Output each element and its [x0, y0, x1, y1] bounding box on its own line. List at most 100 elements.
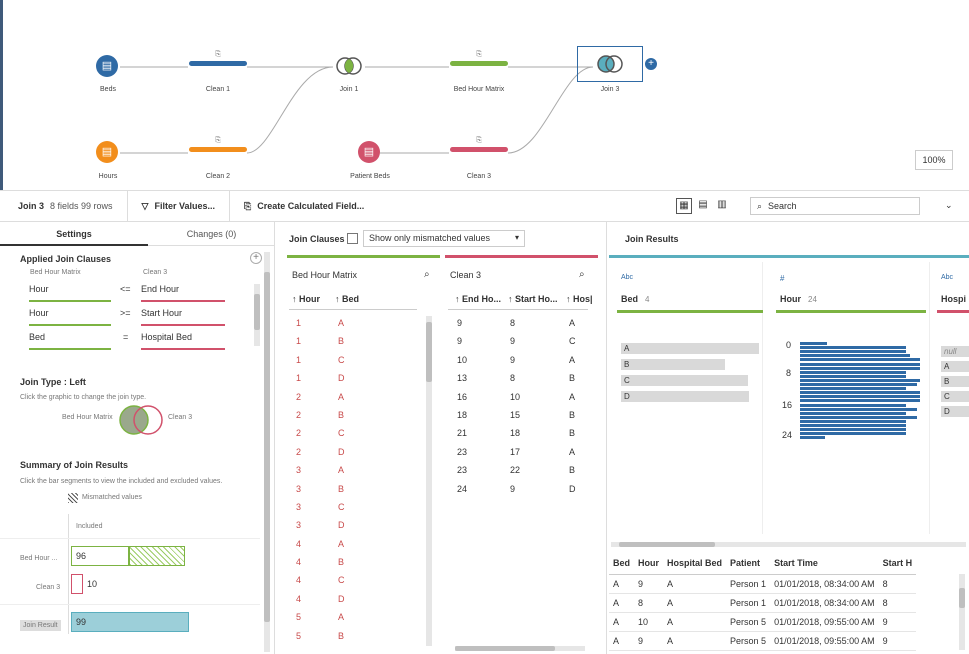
search-box[interactable]: ⌕ Search: [750, 197, 920, 215]
left-value-row[interactable]: 3B: [296, 484, 416, 502]
node-beds[interactable]: ▤: [96, 55, 118, 77]
right-value-row[interactable]: 9 9 C: [457, 336, 587, 354]
node-clean2[interactable]: ⎘: [188, 137, 248, 152]
node-clean1[interactable]: ⎘: [188, 51, 248, 66]
histogram-bar[interactable]: [800, 358, 920, 362]
right-value-row[interactable]: 9 8 A: [457, 318, 587, 336]
col-header[interactable]: ↑ Hour: [292, 294, 320, 304]
left-value-row[interactable]: 4C: [296, 575, 416, 593]
left-value-row[interactable]: 1A: [296, 318, 416, 336]
profile-card-hospital-bed[interactable]: Abc Hospi null A B C D: [937, 262, 969, 534]
column-header[interactable]: Bed: [609, 552, 635, 575]
right-value-row[interactable]: 21 18 B: [457, 428, 587, 446]
column-header[interactable]: Hospital Bed: [663, 552, 727, 575]
list-view-icon[interactable]: ▤: [695, 198, 711, 214]
right-h-scrollbar[interactable]: [455, 646, 585, 651]
create-calc-field-button[interactable]: ⎘ Create Calculated Field...: [230, 191, 378, 221]
node-patient-beds[interactable]: ▤: [358, 141, 380, 163]
hour-histogram[interactable]: [800, 342, 930, 442]
cards-h-scrollbar[interactable]: [611, 542, 966, 547]
clause-right-field[interactable]: Hospital Bed: [141, 332, 225, 350]
left-value-row[interactable]: 2B: [296, 410, 416, 428]
node-hours[interactable]: ▤: [96, 141, 118, 163]
histogram-bar[interactable]: [800, 411, 906, 415]
clause-left-field[interactable]: Hour: [29, 284, 111, 302]
zoom-level[interactable]: 100%: [915, 150, 953, 170]
bed-value-bar[interactable]: D: [621, 391, 749, 402]
node-bed-hour-matrix[interactable]: ⎘: [449, 51, 509, 66]
histogram-bar[interactable]: [800, 403, 906, 407]
histogram-bar[interactable]: [800, 366, 920, 370]
summary-row3-bar[interactable]: 99: [71, 612, 189, 632]
hosp-value-bar[interactable]: A: [941, 361, 969, 372]
settings-scrollbar[interactable]: [264, 252, 270, 652]
left-value-row[interactable]: 5A: [296, 612, 416, 630]
column-header[interactable]: Patient: [726, 552, 771, 575]
tab-settings[interactable]: Settings: [0, 222, 148, 246]
search-icon[interactable]: ⌕: [424, 269, 430, 280]
left-value-row[interactable]: 4A: [296, 539, 416, 557]
mismatched-checkbox[interactable]: [347, 233, 358, 244]
clause-operator[interactable]: >=: [120, 308, 131, 318]
bed-value-bar[interactable]: A: [621, 343, 759, 354]
mismatched-dropdown[interactable]: Show only mismatched values ▾: [363, 230, 525, 247]
column-header[interactable]: Start H: [878, 552, 917, 575]
search-input[interactable]: Search: [768, 201, 797, 211]
join-type-venn-icon[interactable]: [118, 404, 166, 436]
histogram-bar[interactable]: [800, 354, 911, 358]
col-header[interactable]: ↑ Start Ho...: [508, 294, 558, 304]
left-value-row[interactable]: 4B: [296, 557, 416, 575]
left-value-row[interactable]: 2D: [296, 447, 416, 465]
grid-scrollbar[interactable]: [959, 574, 965, 650]
table-row[interactable]: A 10 A Person 5 01/01/2018, 09:55:00 AM 9: [609, 612, 917, 632]
left-value-row[interactable]: 4D: [296, 594, 416, 612]
tab-changes[interactable]: Changes (0): [148, 222, 274, 246]
left-value-row[interactable]: 1B: [296, 336, 416, 354]
filter-values-button[interactable]: ▽ Filter Values...: [128, 191, 230, 221]
left-value-row[interactable]: 2C: [296, 428, 416, 446]
left-value-row[interactable]: 3D: [296, 520, 416, 538]
clause-right-field[interactable]: End Hour: [141, 284, 225, 302]
left-value-row[interactable]: 1C: [296, 355, 416, 373]
histogram-bar[interactable]: [800, 350, 906, 354]
histogram-bar[interactable]: [800, 374, 906, 378]
flow-canvas[interactable]: ▤ Beds ⎘ Clean 1 Join 1 ⎘ Bed Hour Matri…: [0, 0, 969, 190]
histogram-bar[interactable]: [800, 436, 825, 440]
histogram-bar[interactable]: [800, 395, 920, 399]
data-grid-icon[interactable]: ▥: [714, 198, 730, 214]
search-icon[interactable]: ⌕: [579, 269, 585, 280]
histogram-bar[interactable]: [800, 391, 920, 395]
histogram-bar[interactable]: [800, 407, 918, 411]
histogram-bar[interactable]: [800, 342, 827, 345]
summary-row1-excluded-bar[interactable]: [129, 546, 185, 566]
right-value-row[interactable]: 23 17 A: [457, 447, 587, 465]
left-value-row[interactable]: 3C: [296, 502, 416, 520]
summary-row1-included-bar[interactable]: 96: [71, 546, 129, 566]
hosp-value-bar[interactable]: C: [941, 391, 969, 402]
clause-left-field[interactable]: Hour: [29, 308, 111, 326]
right-value-row[interactable]: 10 9 A: [457, 355, 587, 373]
right-value-row[interactable]: 13 8 B: [457, 373, 587, 391]
add-step-icon[interactable]: +: [645, 58, 657, 70]
right-value-row[interactable]: 18 15 B: [457, 410, 587, 428]
histogram-bar[interactable]: [800, 424, 906, 427]
clause-operator[interactable]: =: [123, 332, 128, 342]
right-value-row[interactable]: 23 22 B: [457, 465, 587, 483]
col-header[interactable]: ↑ End Ho...: [455, 294, 501, 304]
histogram-bar[interactable]: [800, 370, 906, 374]
col-header[interactable]: ↑ Hos|: [566, 294, 593, 304]
hosp-value-bar[interactable]: D: [941, 406, 969, 417]
hosp-value-bar[interactable]: null: [941, 346, 969, 357]
hosp-value-bar[interactable]: B: [941, 376, 969, 387]
histogram-bar[interactable]: [800, 415, 918, 419]
summary-row2-included-bar[interactable]: [71, 574, 83, 594]
col-header[interactable]: ↑ Bed: [335, 294, 359, 304]
profile-view-icon[interactable]: ▦: [676, 198, 692, 214]
histogram-bar[interactable]: [800, 378, 920, 382]
left-value-row[interactable]: 2A: [296, 392, 416, 410]
clause-operator[interactable]: <=: [120, 284, 131, 294]
histogram-bar[interactable]: [800, 362, 920, 366]
right-value-row[interactable]: 16 10 A: [457, 392, 587, 410]
table-row[interactable]: A 9 A Person 1 01/01/2018, 08:34:00 AM 8: [609, 574, 917, 594]
left-scrollbar[interactable]: [426, 316, 432, 646]
